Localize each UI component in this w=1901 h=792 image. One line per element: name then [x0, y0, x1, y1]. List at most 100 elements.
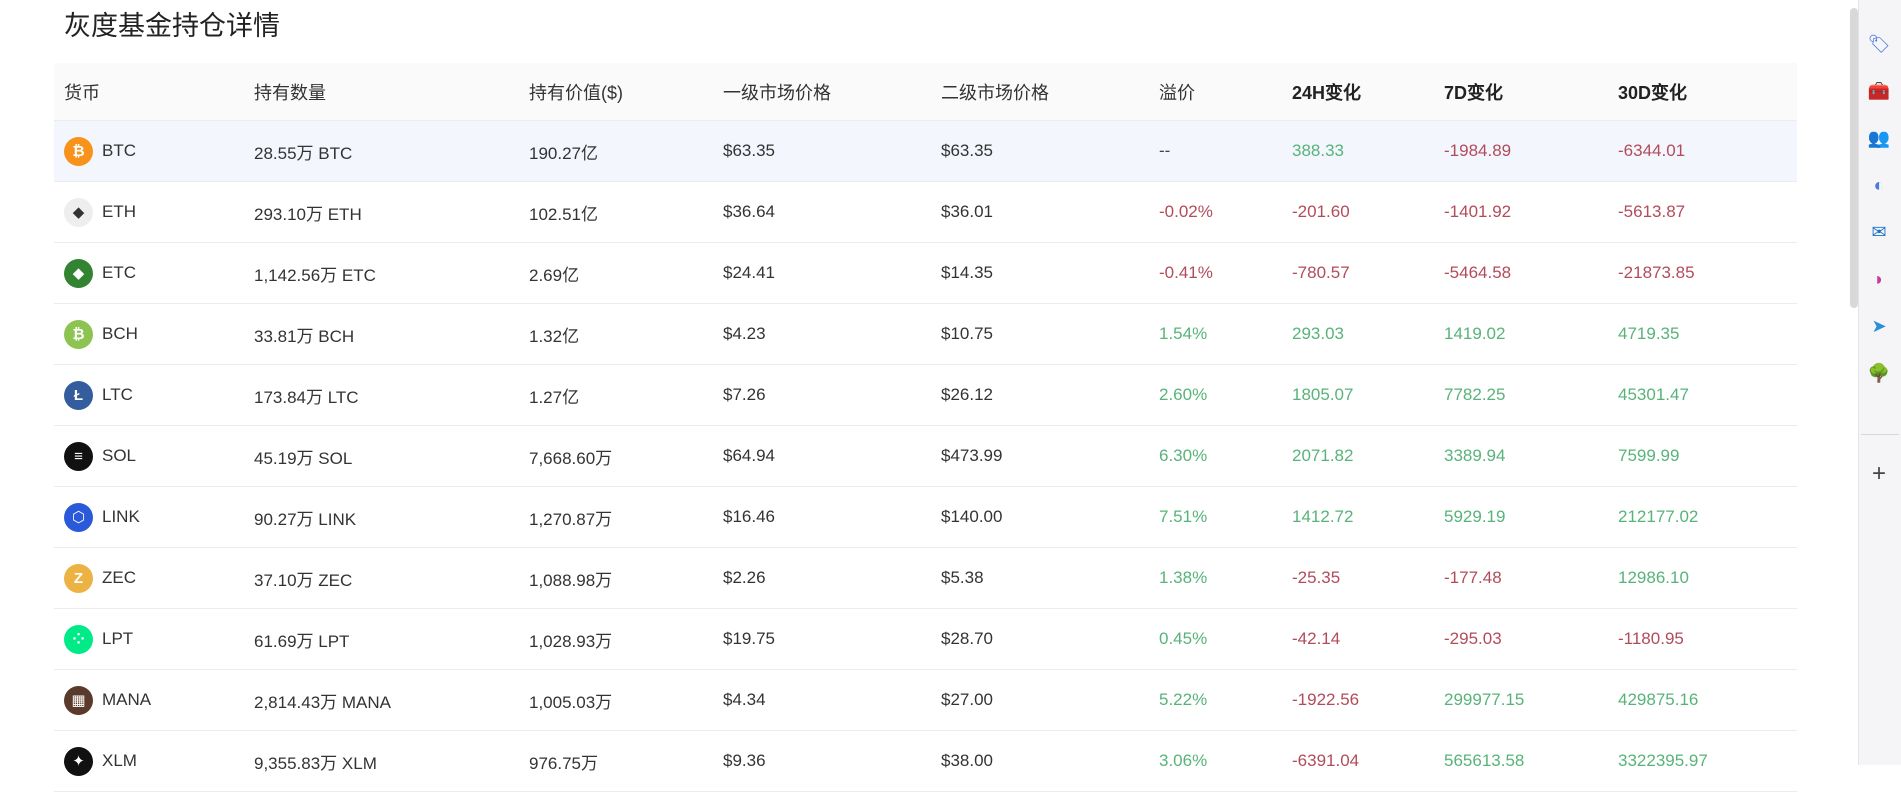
table-row[interactable]: ◆ ETH 293.10万 ETH 102.51亿 $36.64 $36.01 -0.02%… [54, 182, 1797, 243]
coin-icon: ≡ [64, 441, 93, 471]
tree-icon[interactable]: 🌳 [1867, 361, 1891, 385]
coin-cell: Ł LTC [64, 365, 133, 425]
page-scrollbar[interactable] [1850, 8, 1858, 308]
secondary-price: $5.38 [941, 568, 984, 587]
change-7d: -5464.58 [1444, 263, 1512, 282]
table-row[interactable]: Z ZEC 37.10万 ZEC 1,088.98万 $2.26 $5.38 1.38% -2… [54, 548, 1797, 609]
people-icon[interactable]: 👥 [1867, 126, 1891, 150]
toolbox-icon[interactable]: 🧰 [1867, 79, 1891, 103]
change-30d: 212177.02 [1618, 507, 1699, 526]
coin-cell: ◆ ETC [64, 243, 136, 303]
change-30d: -1180.95 [1618, 629, 1684, 648]
holding-value: 2.69亿 [529, 265, 580, 285]
coin-symbol: XLM [102, 751, 137, 770]
coin-symbol: LPT [102, 629, 134, 648]
coin-icon: ⁘ [64, 624, 93, 654]
change-24h: 388.33 [1292, 141, 1344, 160]
table-row[interactable]: ✦ XLM 9,355.83万 XLM 976.75万 $9.36 $38.00 3.06%… [54, 731, 1797, 792]
copilot-icon[interactable]: ◐ [1867, 173, 1891, 197]
holding-value: 1,028.93万 [529, 631, 613, 651]
premium: 1.54% [1159, 324, 1208, 343]
premium: 0.45% [1159, 629, 1208, 648]
change-24h: -25.35 [1292, 568, 1341, 587]
header-value[interactable]: 持有价值($) [529, 63, 623, 120]
change-30d: -21873.85 [1618, 263, 1695, 282]
holding-amount: 1,142.56万 ETC [254, 265, 376, 285]
table-row[interactable]: ⁘ LPT 61.69万 LPT 1,028.93万 $19.75 $28.70 0.45%… [54, 609, 1797, 670]
table-row[interactable]: Ł LTC 173.84万 LTC 1.27亿 $7.26 $26.12 2.60% 1805… [54, 365, 1797, 426]
secondary-price: $14.35 [941, 263, 993, 282]
holdings-table: 货币 持有数量 持有价值($) 一级市场价格 二级市场价格 溢价 24H变化 7… [54, 63, 1797, 792]
coin-cell: ≡ SOL [64, 426, 136, 486]
coin-symbol: LTC [102, 385, 133, 404]
table-row[interactable]: ₿ BTC 28.55万 BTC 190.27亿 $63.35 $63.35 -- 388.3… [54, 121, 1797, 182]
change-30d: 429875.16 [1618, 690, 1699, 709]
header-secondary-price[interactable]: 二级市场价格 [941, 63, 1049, 120]
change-7d: -295.03 [1444, 629, 1502, 648]
coin-icon: ◆ [64, 197, 93, 227]
holding-amount: 173.84万 LTC [254, 387, 359, 407]
coin-symbol: BTC [102, 141, 136, 160]
premium: 1.38% [1159, 568, 1208, 587]
table-row[interactable]: ⬡ LINK 90.27万 LINK 1,270.87万 $16.46 $140.00 7.… [54, 487, 1797, 548]
change-7d: -177.48 [1444, 568, 1502, 587]
change-7d: 3389.94 [1444, 446, 1506, 465]
premium: 5.22% [1159, 690, 1208, 709]
change-24h: 1805.07 [1292, 385, 1354, 404]
holding-amount: 9,355.83万 XLM [254, 753, 377, 773]
coin-icon: ✦ [64, 746, 93, 776]
change-24h: -1922.56 [1292, 690, 1360, 709]
add-icon[interactable]: + [1867, 460, 1891, 487]
games-icon[interactable]: ◗ [1867, 267, 1891, 291]
send-icon[interactable]: ➤ [1867, 314, 1891, 338]
secondary-price: $28.70 [941, 629, 993, 648]
outlook-icon[interactable]: ✉ [1867, 220, 1891, 244]
holding-value: 1,088.98万 [529, 570, 613, 590]
header-30d-change[interactable]: 30D变化 [1618, 63, 1687, 120]
holding-amount: 61.69万 LPT [254, 631, 350, 651]
secondary-price: $63.35 [941, 141, 993, 160]
table-row[interactable]: ₿ BCH 33.81万 BCH 1.32亿 $4.23 $10.75 1.54% 293.0… [54, 304, 1797, 365]
change-7d: 565613.58 [1444, 751, 1525, 770]
header-amount[interactable]: 持有数量 [254, 63, 326, 120]
header-7d-change[interactable]: 7D变化 [1444, 63, 1503, 120]
holding-amount: 2,814.43万 MANA [254, 692, 392, 712]
header-24h-change[interactable]: 24H变化 [1292, 63, 1361, 120]
table-row[interactable]: ▦ MANA 2,814.43万 MANA 1,005.03万 $4.34 $27.00 5… [54, 670, 1797, 731]
holding-value: 102.51亿 [529, 204, 598, 224]
header-premium[interactable]: 溢价 [1159, 63, 1195, 120]
table-row[interactable]: ≡ SOL 45.19万 SOL 7,668.60万 $64.94 $473.99 6.30… [54, 426, 1797, 487]
primary-price: $2.26 [723, 568, 766, 587]
holding-value: 190.27亿 [529, 143, 598, 163]
coin-cell: ◆ ETH [64, 182, 136, 242]
coin-icon: Z [64, 563, 93, 593]
change-7d: 7782.25 [1444, 385, 1506, 404]
secondary-price: $38.00 [941, 751, 993, 770]
primary-price: $9.36 [723, 751, 766, 770]
primary-price: $16.46 [723, 507, 775, 526]
change-30d: -6344.01 [1618, 141, 1686, 160]
table-header: 货币 持有数量 持有价值($) 一级市场价格 二级市场价格 溢价 24H变化 7… [54, 63, 1797, 121]
coin-cell: ₿ BTC [64, 121, 136, 181]
table-row[interactable]: ◆ ETC 1,142.56万 ETC 2.69亿 $24.41 $14.35 -0.41%… [54, 243, 1797, 304]
primary-price: $4.23 [723, 324, 766, 343]
premium: -- [1159, 141, 1171, 160]
holding-amount: 28.55万 BTC [254, 143, 353, 163]
tag-icon[interactable]: 🏷 [1867, 32, 1891, 56]
primary-price: $4.34 [723, 690, 766, 709]
holding-value: 1,270.87万 [529, 509, 613, 529]
holding-value: 976.75万 [529, 753, 598, 773]
coin-cell: Z ZEC [64, 548, 136, 608]
coin-icon: ₿ [64, 319, 93, 349]
change-24h: 1412.72 [1292, 507, 1354, 526]
coin-symbol: ETC [102, 263, 136, 282]
header-coin[interactable]: 货币 [64, 63, 100, 120]
coin-icon: ₿ [64, 136, 93, 166]
coin-icon: ⬡ [64, 502, 93, 532]
holding-amount: 37.10万 ZEC [254, 570, 353, 590]
change-7d: 1419.02 [1444, 324, 1506, 343]
primary-price: $63.35 [723, 141, 775, 160]
change-24h: 2071.82 [1292, 446, 1354, 465]
holding-value: 1.32亿 [529, 326, 580, 346]
header-primary-price[interactable]: 一级市场价格 [723, 63, 831, 120]
